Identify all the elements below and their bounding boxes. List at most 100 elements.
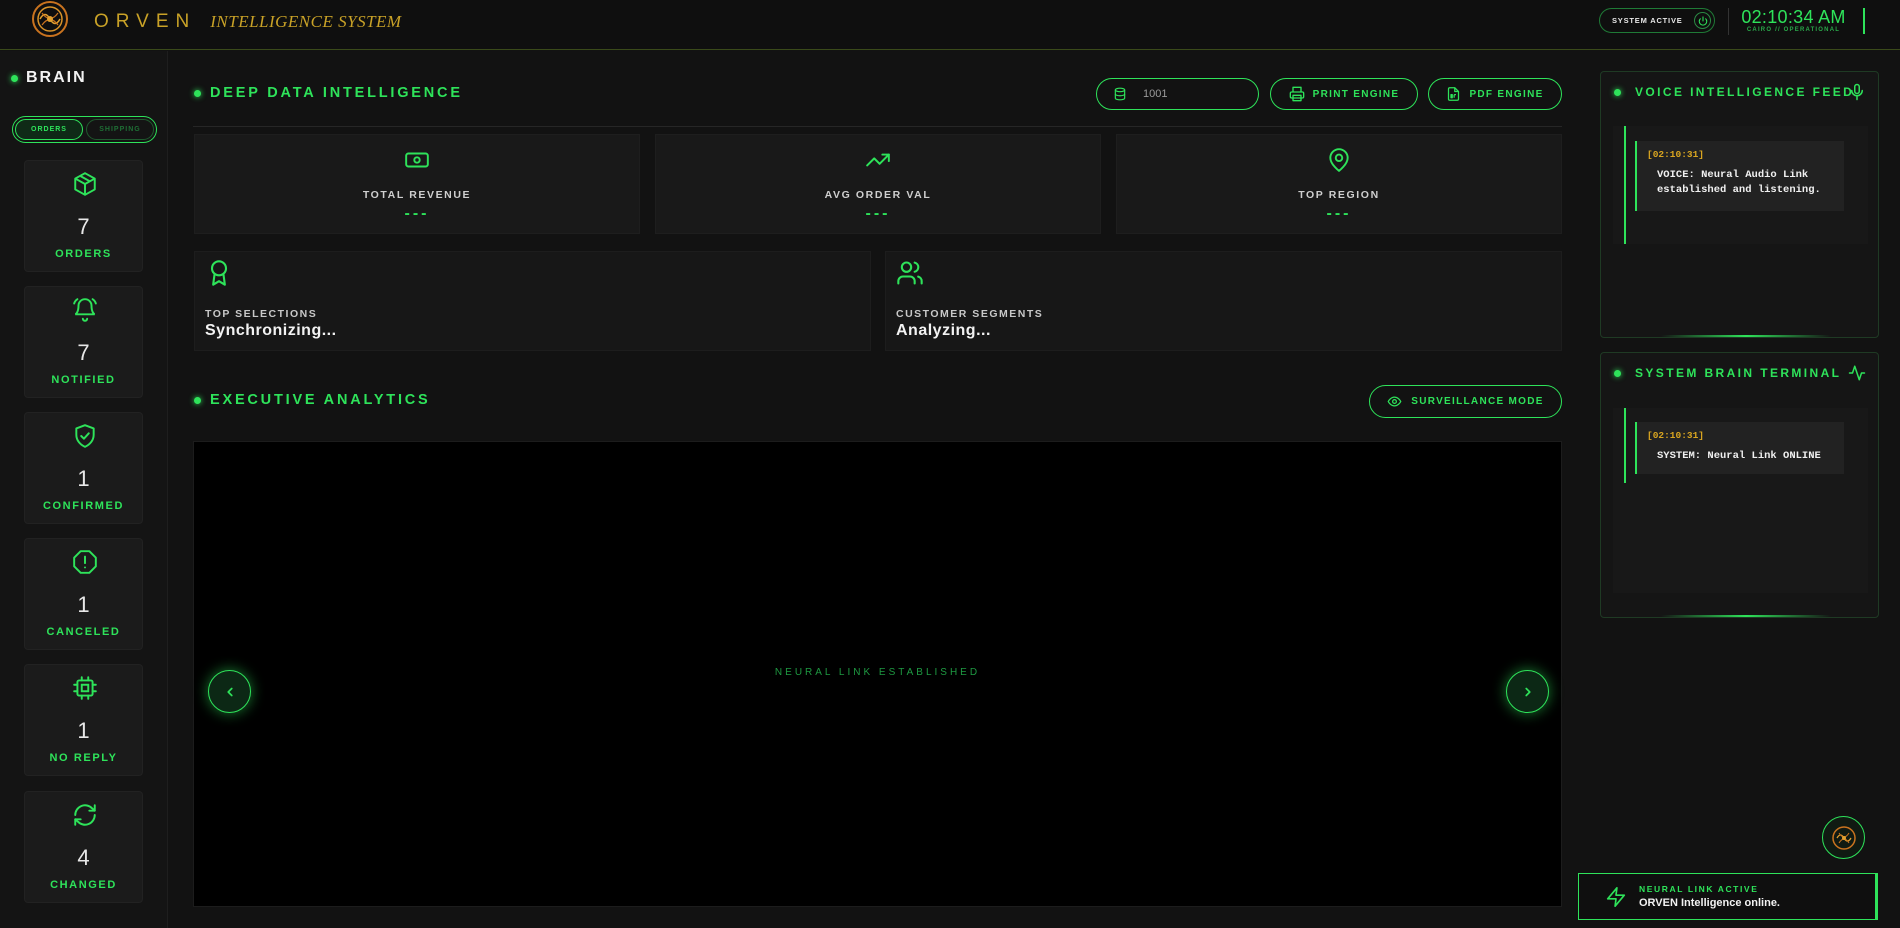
stat-card-confirmed[interactable]: 1 CONFIRMED — [24, 412, 143, 524]
status-dot — [1614, 88, 1621, 96]
award-icon — [205, 259, 233, 287]
users-icon — [896, 259, 924, 287]
kpi-value: --- — [404, 205, 430, 222]
database-icon — [1113, 86, 1127, 102]
kpi-value: --- — [865, 205, 891, 222]
system-active-toggle[interactable]: SYSTEM ACTIVE — [1599, 8, 1715, 33]
microphone-icon[interactable] — [1848, 83, 1866, 101]
deep-data-section-title: DEEP DATA INTELLIGENCE — [194, 85, 463, 101]
tab-shipping[interactable]: SHIPPING — [86, 119, 154, 140]
viewer-status-text: NEURAL LINK ESTABLISHED — [774, 667, 981, 678]
top-bar: ORVEN INTELLIGENCE SYSTEM SYSTEM ACTIVE … — [0, 0, 1900, 50]
print-engine-button[interactable]: PRINT ENGINE — [1270, 78, 1418, 110]
pdf-engine-label: PDF ENGINE — [1469, 88, 1544, 100]
brand-subtitle: INTELLIGENCE SYSTEM — [210, 12, 402, 31]
refresh-icon — [72, 802, 98, 828]
power-icon[interactable] — [1694, 12, 1711, 29]
stat-card-canceled[interactable]: 1 CANCELED — [24, 538, 143, 650]
activity-icon[interactable] — [1848, 364, 1866, 382]
brain-logo-icon[interactable] — [28, 0, 72, 40]
file-pdf-icon — [1446, 86, 1461, 102]
log-text: SYSTEM: Neural Link ONLINE — [1657, 450, 1821, 462]
stat-value: 7 — [77, 340, 90, 365]
panel-glow — [1661, 335, 1831, 337]
system-active-label: SYSTEM ACTIVE — [1612, 16, 1683, 25]
panel-glow — [1661, 615, 1831, 617]
insight-top-selections: TOP SELECTIONS Synchronizing... — [194, 251, 871, 351]
brand-name: ORVEN — [94, 11, 197, 32]
feed-indicator-bar — [1624, 126, 1626, 244]
print-engine-label: PRINT ENGINE — [1312, 88, 1400, 100]
next-arrow-button[interactable] — [1506, 670, 1549, 713]
cpu-icon — [72, 675, 98, 701]
divider — [1728, 8, 1729, 35]
stat-label: CHANGED — [50, 879, 117, 891]
clock: 02:10:34 AM CAIRO // OPERATIONAL — [1736, 7, 1851, 33]
pdf-engine-button[interactable]: PDF ENGINE — [1428, 78, 1562, 110]
prev-arrow-button[interactable] — [208, 670, 251, 713]
insight-value: Analyzing... — [896, 322, 991, 339]
order-search-input[interactable]: 1001 — [1096, 78, 1259, 110]
insight-label: CUSTOMER SEGMENTS — [896, 308, 1044, 320]
log-time: [02:10:31] — [1647, 149, 1705, 160]
terminal-panel-title: SYSTEM BRAIN TERMINAL — [1614, 366, 1841, 380]
stat-card-changed[interactable]: 4 CHANGED — [24, 791, 143, 903]
kpi-total-revenue: TOTAL REVENUE --- — [194, 134, 640, 234]
notification-toast[interactable]: NEURAL LINK ACTIVE ORVEN Intelligence on… — [1578, 873, 1878, 920]
clock-time: 02:10:34 AM — [1741, 7, 1846, 27]
voice-log-entry: [02:10:31] VOICE: Neural Audio Link esta… — [1635, 141, 1844, 211]
status-dot — [194, 89, 201, 97]
toast-message: ORVEN Intelligence online. — [1639, 897, 1780, 909]
toast-title: NEURAL LINK ACTIVE — [1639, 884, 1759, 894]
kpi-label: AVG ORDER VAL — [824, 189, 932, 201]
stat-value: 1 — [77, 718, 90, 743]
box-icon — [72, 171, 98, 197]
stat-label: ORDERS — [55, 248, 112, 260]
feed-indicator-bar — [1624, 408, 1626, 483]
voice-panel-title: VOICE INTELLIGENCE FEED — [1614, 85, 1854, 99]
shield-check-icon — [72, 423, 98, 449]
kpi-label: TOTAL REVENUE — [362, 189, 472, 201]
trending-up-icon — [865, 147, 891, 173]
search-value: 1001 — [1143, 88, 1168, 100]
section-title-text: EXECUTIVE ANALYTICS — [210, 392, 431, 408]
analytics-viewer[interactable]: NEURAL LINK ESTABLISHED — [193, 441, 1562, 907]
voice-panel-title-text: VOICE INTELLIGENCE FEED — [1635, 85, 1855, 99]
sidebar-tabs: ORDERS SHIPPING — [12, 116, 157, 143]
eye-icon — [1387, 394, 1402, 409]
surveillance-mode-label: SURVEILLANCE MODE — [1411, 396, 1544, 407]
brain-icon — [1831, 825, 1857, 851]
chevron-right-icon — [1521, 685, 1535, 699]
sidebar-title-text: BRAIN — [26, 69, 87, 86]
terminal-panel-title-text: SYSTEM BRAIN TERMINAL — [1635, 366, 1842, 380]
status-dot — [1614, 369, 1621, 377]
clock-location: CAIRO // OPERATIONAL — [1746, 27, 1841, 33]
system-terminal-panel: SYSTEM BRAIN TERMINAL [02:10:31] SYSTEM:… — [1600, 352, 1879, 618]
insight-label: TOP SELECTIONS — [205, 308, 318, 320]
status-dot — [11, 74, 18, 82]
stat-label: CANCELED — [46, 626, 121, 638]
brain-assistant-button[interactable] — [1822, 816, 1865, 859]
section-title-text: DEEP DATA INTELLIGENCE — [210, 85, 463, 101]
sidebar: BRAIN ORDERS SHIPPING 7 ORDERS 7 NOTIFIE… — [0, 51, 168, 928]
sidebar-title: BRAIN — [11, 69, 87, 87]
kpi-avg-order-val: AVG ORDER VAL --- — [655, 134, 1101, 234]
surveillance-mode-button[interactable]: SURVEILLANCE MODE — [1369, 385, 1562, 418]
kpi-value: --- — [1326, 205, 1352, 222]
status-bar-indicator — [1863, 8, 1865, 34]
stat-value: 1 — [77, 592, 90, 617]
log-text: VOICE: Neural Audio Link established and… — [1657, 169, 1821, 196]
stat-card-orders[interactable]: 7 ORDERS — [24, 160, 143, 272]
log-time: [02:10:31] — [1647, 430, 1705, 441]
stat-card-no-reply[interactable]: 1 NO REPLY — [24, 664, 143, 776]
alert-octagon-icon — [72, 549, 98, 575]
executive-section-title: EXECUTIVE ANALYTICS — [194, 392, 431, 408]
stat-label: NOTIFIED — [51, 374, 116, 386]
banknote-icon — [404, 147, 430, 173]
stat-card-notified[interactable]: 7 NOTIFIED — [24, 286, 143, 398]
stat-label: CONFIRMED — [42, 500, 124, 512]
status-dot — [194, 396, 201, 404]
bell-icon — [72, 297, 98, 323]
tab-orders[interactable]: ORDERS — [15, 119, 83, 140]
brand: ORVEN INTELLIGENCE SYSTEM — [94, 11, 402, 33]
